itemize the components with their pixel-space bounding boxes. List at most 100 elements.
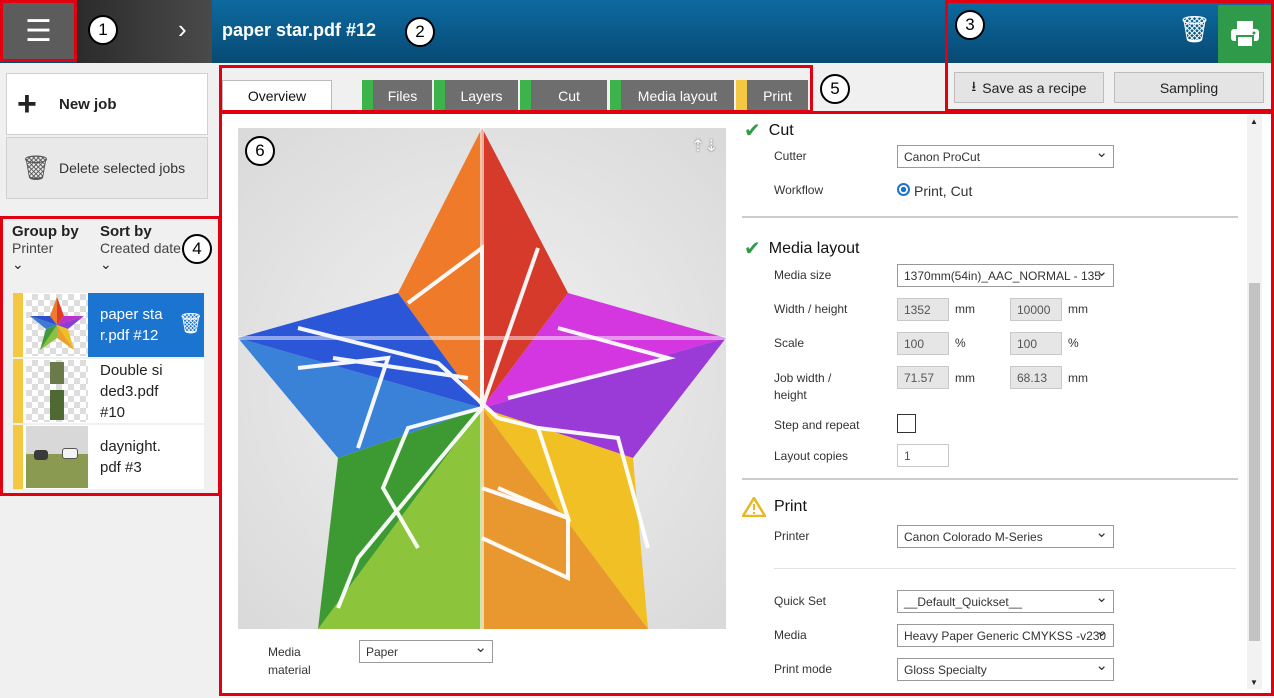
scale-y-field[interactable]: 100 [1010, 332, 1062, 355]
unit-label: mm [1068, 371, 1088, 385]
tab-status-bar [434, 80, 445, 111]
plus-icon: + [17, 84, 37, 123]
cut-section-title: ✔ Cut [744, 118, 794, 143]
tab-cut[interactable]: Cut [520, 80, 607, 111]
tab-media-layout[interactable]: Media layout [610, 80, 734, 111]
group-by-control[interactable]: Group by Printer ⌄ [12, 223, 79, 273]
media-size-select[interactable]: 1370mm(54in)_AAC_NORMAL - 135 [897, 264, 1114, 287]
layout-copies-field[interactable]: 1 [897, 444, 949, 467]
scrollbar-thumb[interactable] [1249, 283, 1260, 641]
media-width-field[interactable]: 1352 [897, 298, 949, 321]
workflow-label: Workflow [774, 183, 824, 197]
sort-by-control[interactable]: Sort by Created date ⌄ [100, 223, 181, 273]
job-width-height-label: Job width / height [774, 371, 832, 402]
step-repeat-label: Step and repeat [774, 418, 860, 432]
printer-select[interactable]: Canon Colorado M-Series [897, 525, 1114, 548]
tab-layers[interactable]: Layers [434, 80, 518, 111]
callout-badge: 3 [955, 10, 985, 40]
divider [774, 568, 1236, 569]
layout-copies-label: Layout copies [774, 449, 849, 463]
new-job-button[interactable]: + New job [6, 73, 208, 135]
cut-title-text: Cut [768, 121, 794, 139]
tab-label: Files [387, 87, 418, 104]
delete-job-icon[interactable]: 🗑 [1178, 14, 1211, 45]
cutter-select[interactable]: Canon ProCut [897, 145, 1114, 168]
save-recipe-button[interactable]: ⭳ Save as a recipe [954, 72, 1104, 103]
tab-label: Print [763, 87, 792, 104]
job-list-item[interactable]: paper star.pdf #12 🗑 [13, 293, 204, 357]
job-width-field[interactable]: 71.57 [897, 366, 949, 389]
delete-jobs-button[interactable]: 🗑 Delete selected jobs [6, 137, 208, 199]
quickset-select[interactable]: __Default_Quickset__ [897, 590, 1114, 613]
job-name: Double sided3.pdf #10 [100, 362, 163, 421]
download-icon: ⭳ [971, 77, 977, 94]
media-size-label: Media size [774, 268, 832, 282]
printer-icon [1230, 21, 1259, 48]
sort-by-label: Sort by [100, 223, 152, 240]
print-title-text: Print [774, 498, 807, 515]
tab-status-bar [520, 80, 531, 111]
callout-badge: 6 [245, 136, 275, 166]
job-list-item[interactable]: Double sided3.pdf #10 [13, 359, 204, 423]
tab-status-bar [610, 80, 621, 111]
scale-x-field[interactable]: 100 [897, 332, 949, 355]
printer-label: Printer [774, 529, 810, 543]
unit-label: mm [955, 371, 975, 385]
callout-badge: 5 [820, 74, 850, 104]
unit-label: mm [955, 302, 975, 316]
star-preview-image [238, 128, 726, 629]
hamburger-icon: ☰ [25, 14, 52, 48]
print-mode-select[interactable]: Gloss Specialty [897, 658, 1114, 681]
scroll-up-icon[interactable]: ▲ [1250, 117, 1258, 126]
tab-overview[interactable]: Overview [222, 80, 332, 111]
unit-label: mm [1068, 302, 1088, 316]
chevron-down-icon: ⌄ [12, 256, 24, 272]
media-material-select[interactable]: Paper [359, 640, 493, 663]
group-by-value: Printer [12, 240, 54, 256]
tab-files[interactable]: Files [362, 80, 432, 111]
scale-label: Scale [774, 336, 805, 350]
job-height-field[interactable]: 68.13 [1010, 366, 1062, 389]
delete-jobs-label: Delete selected jobs [59, 160, 186, 176]
scroll-down-icon[interactable]: ▼ [1250, 678, 1258, 687]
media-material-label: Media material [268, 645, 311, 677]
sampling-button[interactable]: Sampling [1114, 72, 1264, 103]
checkmark-icon: ✔ [744, 120, 761, 142]
print-mode-label: Print mode [774, 662, 833, 676]
workflow-value: Print, Cut [914, 183, 973, 199]
media-height-field[interactable]: 10000 [1010, 298, 1062, 321]
step-repeat-checkbox[interactable] [897, 414, 916, 433]
trash-icon[interactable]: 🗑 [178, 311, 203, 336]
job-list-item[interactable]: daynight.pdf #3 [13, 425, 204, 489]
tab-label: Media layout [637, 87, 718, 104]
job-thumbnail [26, 294, 88, 356]
rotate-icon[interactable]: ⇡⇣ [691, 136, 718, 156]
divider [742, 216, 1238, 218]
cutter-label: Cutter [774, 149, 807, 163]
workflow-radio[interactable] [897, 183, 910, 196]
tab-print[interactable]: Print [736, 80, 808, 111]
new-job-label: New job [59, 95, 117, 113]
job-thumbnail [26, 426, 88, 488]
sampling-label: Sampling [1159, 79, 1219, 96]
trash-icon: 🗑 [21, 154, 52, 182]
callout-badge: 1 [88, 15, 118, 45]
chevron-right-icon[interactable]: › [178, 14, 187, 45]
print-button[interactable] [1218, 5, 1271, 63]
checkmark-icon: ✔ [744, 238, 761, 260]
warning-icon [742, 497, 766, 517]
divider [742, 478, 1238, 480]
menu-button[interactable]: ☰ [3, 3, 74, 59]
media-layout-section-title: ✔ Media layout [744, 236, 859, 261]
sort-by-value: Created date [100, 240, 181, 256]
job-title: paper star.pdf #12 [222, 20, 377, 40]
tab-label: Cut [558, 87, 580, 104]
media-layout-title-text: Media layout [768, 239, 860, 257]
job-thumbnail [26, 360, 88, 422]
media-label: Media [774, 628, 807, 642]
tab-label: Layers [460, 87, 503, 104]
quickset-label: Quick Set [774, 594, 827, 608]
save-recipe-label: Save as a recipe [982, 79, 1087, 96]
callout-badge: 4 [182, 234, 212, 264]
media-select[interactable]: Heavy Paper Generic CMYKSS -v230 [897, 624, 1114, 647]
